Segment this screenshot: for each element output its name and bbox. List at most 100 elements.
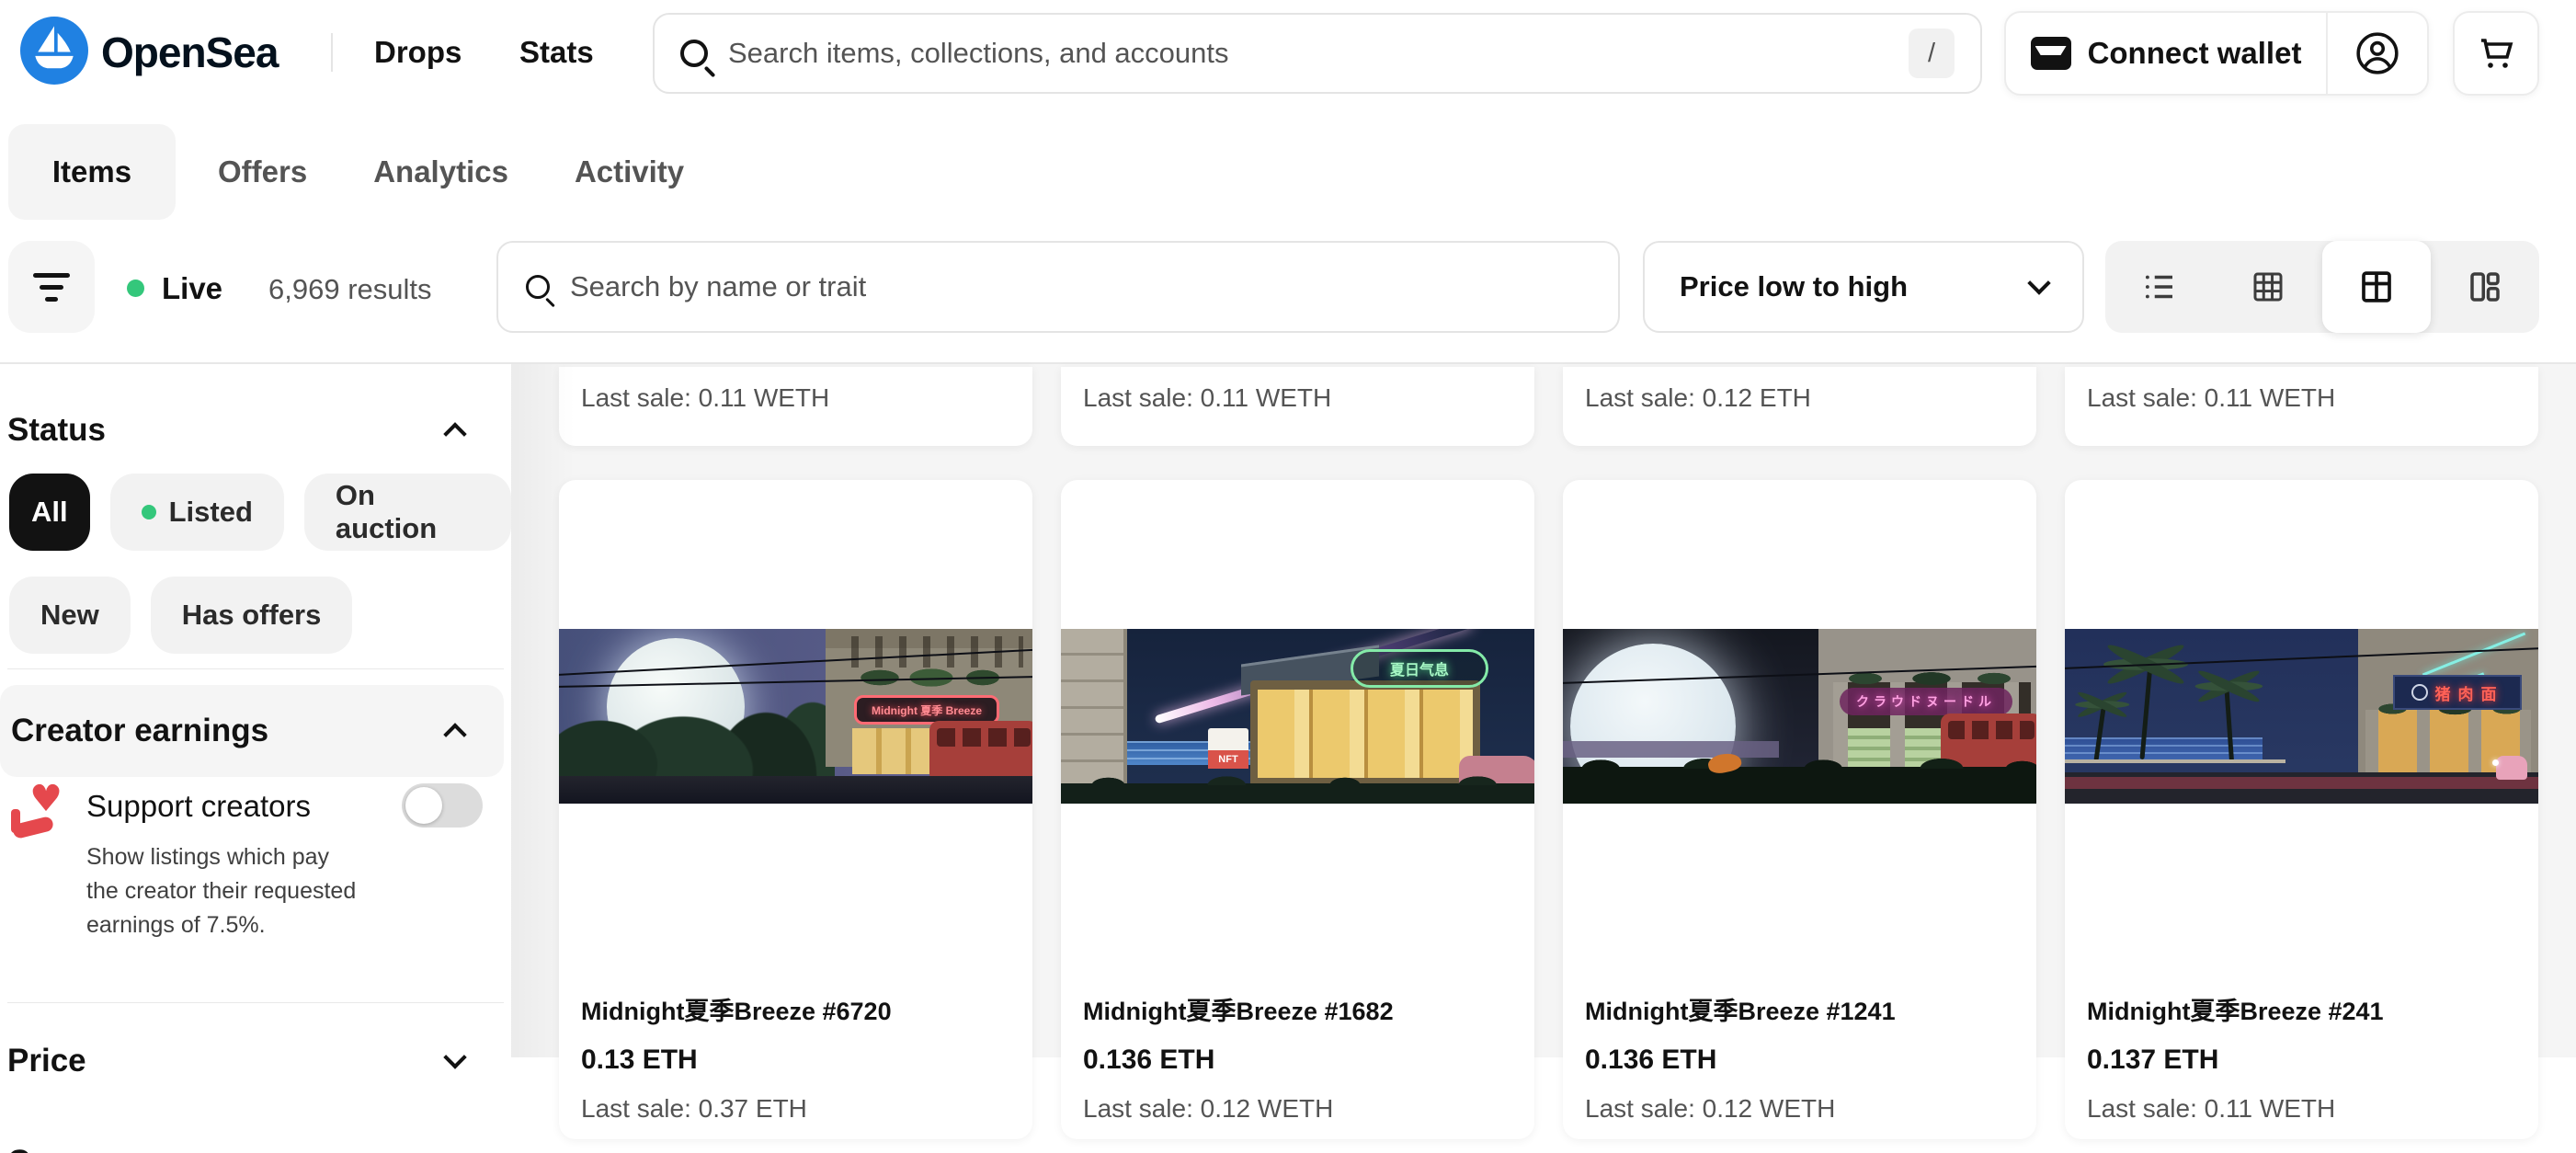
search-shortcut-badge: /	[1909, 29, 1955, 78]
grid-small-icon	[2249, 268, 2287, 306]
price-section-header[interactable]: Price	[0, 1019, 504, 1103]
status-pill-has-offers[interactable]: Has offers	[151, 576, 353, 654]
list-view-icon	[2140, 268, 2179, 306]
tab-analytics[interactable]: Analytics	[349, 154, 532, 189]
nav-link-stats[interactable]: Stats	[519, 35, 594, 70]
lit-shop	[1250, 680, 1480, 783]
grass-silhouette	[1563, 767, 2036, 804]
card-price: 0.13 ETH	[581, 1045, 698, 1076]
card-price: 0.137 ETH	[2087, 1045, 2218, 1076]
card-price: 0.136 ETH	[1585, 1045, 1716, 1076]
nft-card[interactable]: Midnight 夏季 Breeze Midnight夏季Breeze #672…	[559, 480, 1032, 1139]
tab-activity[interactable]: Activity	[551, 154, 708, 189]
filters-button[interactable]	[8, 241, 95, 333]
nft-card[interactable]: 猪肉面 Midnight夏季Breeze #241 0.137 ETH Last…	[2065, 480, 2538, 1139]
sidebar-divider	[7, 668, 504, 669]
tab-items[interactable]: Items	[8, 124, 176, 220]
pink-scooter	[2496, 756, 2527, 780]
red-train	[929, 721, 1032, 778]
profile-button[interactable]	[2328, 13, 2427, 94]
toggle-knob	[405, 787, 442, 824]
wallet-icon	[2031, 37, 2071, 70]
nft-card-partial[interactable]: Last sale: 0.11 WETH	[1061, 367, 1534, 446]
cart-icon	[2474, 31, 2518, 75]
card-title: Midnight夏季Breeze #1682	[1083, 991, 1394, 1027]
chevron-up-icon	[443, 723, 466, 746]
nft-artwork: クラウドヌードル	[1563, 629, 2036, 804]
view-masonry-button[interactable]	[2431, 241, 2539, 333]
grid-large-icon	[2357, 268, 2396, 306]
listed-dot-icon	[142, 505, 156, 519]
status-pill-row-2: New Has offers	[9, 576, 352, 654]
nft-card[interactable]: 夏日气息 NFT Midnight夏季Breeze #1682 0.136 ET…	[1061, 480, 1534, 1139]
currency-section-header[interactable]: Currency	[0, 1120, 504, 1153]
card-last-sale: Last sale: 0.37 ETH	[581, 1094, 807, 1124]
nft-artwork: Midnight 夏季 Breeze	[559, 629, 1032, 804]
live-status-icon	[127, 280, 144, 297]
neon-sign: クラウドヌードル	[1840, 688, 2012, 715]
card-last-sale: Last sale: 0.12 WETH	[1083, 1094, 1333, 1124]
status-pill-all[interactable]: All	[9, 474, 90, 551]
guardrail	[2065, 759, 2285, 763]
masonry-view-icon	[2466, 268, 2504, 306]
filter-icon	[33, 273, 70, 302]
nft-artwork: 夏日气息 NFT	[1061, 629, 1534, 804]
trait-search	[496, 241, 1620, 333]
collection-tabs: Items Offers Analytics Activity	[0, 103, 2576, 241]
chevron-down-icon	[443, 1045, 466, 1068]
street-sign: NFT	[1208, 728, 1248, 769]
nft-card[interactable]: クラウドヌードル Midnight夏季Breeze #1241 0.136 ET…	[1563, 480, 2036, 1139]
live-label: Live	[162, 271, 222, 306]
profile-icon	[2354, 30, 2400, 76]
view-list-button[interactable]	[2105, 241, 2214, 333]
card-title: Midnight夏季Breeze #6720	[581, 991, 892, 1027]
opensea-logo-icon[interactable]	[20, 17, 88, 85]
nav-divider	[331, 33, 333, 72]
chevron-down-icon	[2027, 271, 2050, 294]
nav-link-drops[interactable]: Drops	[374, 35, 462, 70]
palm-tree	[2195, 671, 2266, 701]
status-pill-on-auction[interactable]: On auction	[304, 474, 511, 551]
sidebar-divider	[7, 1002, 504, 1003]
status-pill-listed[interactable]: Listed	[110, 474, 284, 551]
view-switcher	[2105, 241, 2539, 333]
chevron-down-icon	[443, 1147, 466, 1153]
nft-card-partial[interactable]: Last sale: 0.11 WETH	[559, 367, 1032, 446]
card-price: 0.136 ETH	[1083, 1045, 1214, 1076]
global-search-input[interactable]	[728, 37, 1909, 70]
connect-wallet-button[interactable]: Connect wallet	[2006, 13, 2326, 94]
cart-button[interactable]	[2453, 11, 2539, 96]
grass-silhouette	[1061, 783, 1534, 804]
neon-sign: 猪肉面	[2393, 675, 2522, 710]
support-creators-description: Show listings which pay the creator thei…	[86, 840, 362, 942]
items-grid: Last sale: 0.11 WETH Last sale: 0.11 WET…	[511, 364, 2576, 1057]
filters-sidebar: Status All Listed On auction New Has off…	[0, 364, 511, 1057]
search-icon	[680, 40, 708, 67]
nft-card-partial[interactable]: Last sale: 0.12 ETH	[1563, 367, 2036, 446]
filter-toolbar: Live 6,969 results Price low to high	[0, 241, 2576, 362]
status-pill-new[interactable]: New	[9, 576, 131, 654]
trees-silhouette	[559, 671, 835, 782]
card-title: Midnight夏季Breeze #241	[2087, 991, 2384, 1027]
support-creators-label: Support creators	[86, 789, 311, 824]
sort-dropdown[interactable]: Price low to high	[1643, 241, 2084, 333]
brand-title[interactable]: OpenSea	[101, 28, 278, 77]
support-creators-toggle[interactable]	[402, 783, 483, 828]
wallet-button-group: Connect wallet	[2004, 11, 2429, 96]
nft-card-partial[interactable]: Last sale: 0.11 WETH	[2065, 367, 2538, 446]
status-pill-row-1: All Listed On auction	[9, 474, 511, 551]
view-grid-small-button[interactable]	[2214, 241, 2322, 333]
search-icon	[526, 275, 550, 299]
road	[2065, 772, 2538, 804]
creator-earnings-section-header[interactable]: Creator earnings	[0, 685, 504, 777]
view-grid-large-button[interactable]	[2322, 241, 2431, 333]
heart-hand-icon: ♥	[11, 785, 64, 839]
nft-artwork: 猪肉面	[2065, 629, 2538, 804]
card-last-sale: Last sale: 0.12 WETH	[1585, 1094, 1835, 1124]
chevron-up-icon	[443, 422, 466, 445]
trait-search-input[interactable]	[570, 270, 1590, 303]
neon-sign: 夏日气息	[1351, 649, 1488, 688]
status-section-header[interactable]: Status	[0, 388, 504, 473]
tab-offers[interactable]: Offers	[194, 154, 331, 189]
card-row: Midnight 夏季 Breeze Midnight夏季Breeze #672…	[559, 480, 2576, 1139]
